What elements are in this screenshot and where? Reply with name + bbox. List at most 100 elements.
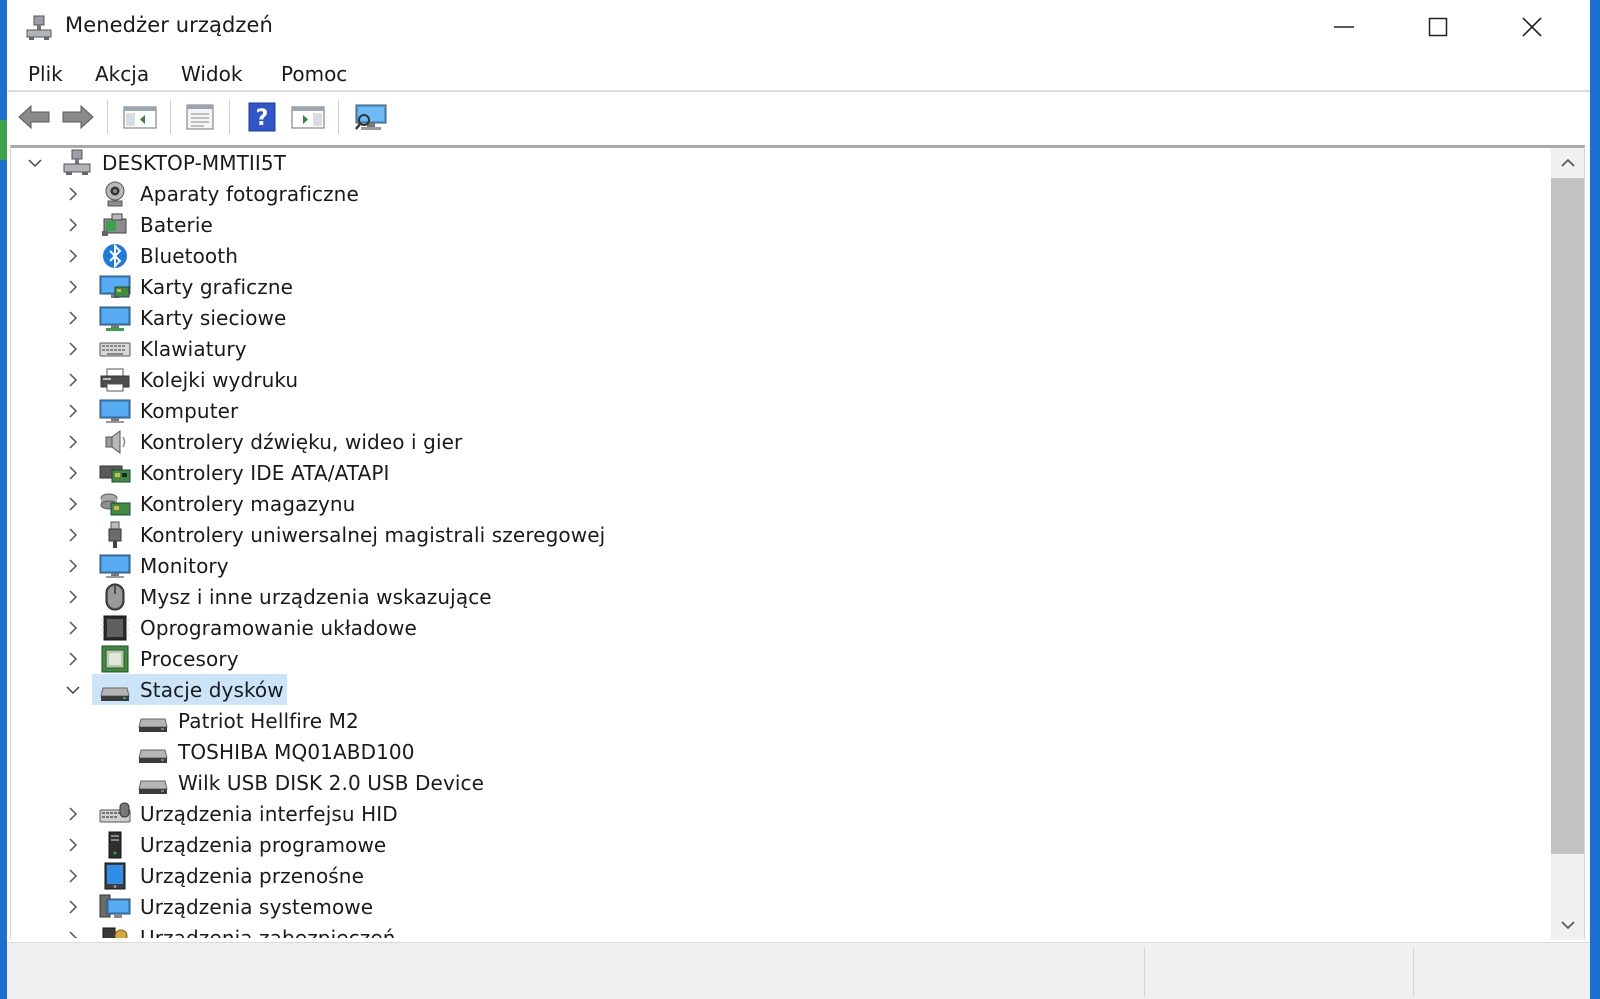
chevron-right-icon[interactable]: [63, 494, 83, 514]
device-tree: DESKTOP-MMTII5T Aparaty fotograficzne Ba…: [11, 148, 1551, 938]
tree-category-label: Stacje dysków: [140, 677, 284, 702]
chevron-right-icon[interactable]: [63, 370, 83, 390]
menu-akcja[interactable]: Akcja: [95, 62, 149, 86]
tree-category[interactable]: Bluetooth: [63, 240, 238, 271]
tree-category-label: Urządzenia programowe: [140, 832, 387, 857]
tree-category[interactable]: Urządzenia zabezpieczeń: [63, 922, 396, 938]
toolbar-separator: [229, 100, 230, 134]
chevron-right-icon[interactable]: [63, 649, 83, 669]
properties-icon: [186, 104, 214, 130]
toolbar-separator: [338, 100, 339, 134]
title-bar[interactable]: Menedżer urządzeń: [7, 0, 1590, 54]
tree-category[interactable]: Mysz i inne urządzenia wskazujące: [63, 581, 492, 612]
tree-category[interactable]: Baterie: [63, 209, 213, 240]
chevron-down-icon: [1560, 921, 1575, 930]
chevron-down-icon[interactable]: [25, 153, 45, 173]
back-button[interactable]: [16, 99, 52, 135]
chevron-right-icon[interactable]: [63, 525, 83, 545]
system-device-icon: [99, 892, 131, 922]
network-adapter-icon: [99, 303, 131, 333]
close-button[interactable]: [1485, 0, 1579, 54]
action-pane-icon: [291, 106, 325, 129]
tree-category[interactable]: Karty graficzne: [63, 271, 293, 302]
tree-device[interactable]: Wilk USB DISK 2.0 USB Device: [101, 767, 484, 798]
tree-category[interactable]: Kontrolery magazynu: [63, 488, 355, 519]
tree-category-label: Urządzenia zabezpieczeń: [140, 925, 396, 939]
monitor-icon: [99, 551, 131, 581]
tree-category[interactable]: Komputer: [63, 395, 238, 426]
tree-category[interactable]: Kontrolery IDE ATA/ATAPI: [63, 457, 390, 488]
tree-category[interactable]: Kontrolery uniwersalnej magistrali szere…: [63, 519, 605, 550]
tree-category[interactable]: Urządzenia przenośne: [63, 860, 364, 891]
forward-button[interactable]: [60, 99, 96, 135]
tree-category[interactable]: Monitory: [63, 550, 229, 581]
monitor-icon: [99, 396, 131, 426]
scroll-down-button[interactable]: [1551, 910, 1584, 940]
chevron-right-icon[interactable]: [63, 556, 83, 576]
tree-category[interactable]: Urządzenia programowe: [63, 829, 386, 860]
menu-plik[interactable]: Plik: [28, 62, 63, 86]
tree-category[interactable]: Aparaty fotograficzne: [63, 178, 359, 209]
bluetooth-icon: [99, 241, 131, 271]
scan-hardware-icon: [355, 104, 387, 130]
scrollbar-thumb[interactable]: [1551, 178, 1584, 854]
chevron-right-icon[interactable]: [63, 897, 83, 917]
tree-category-label: Kontrolery IDE ATA/ATAPI: [140, 460, 390, 485]
ide-controller-icon: [99, 458, 131, 488]
status-bar-separator: [1144, 947, 1145, 997]
desktop-edge-right: [1590, 0, 1600, 999]
show-hide-console-tree-button[interactable]: [122, 99, 158, 135]
tree-category-label: Klawiatury: [140, 336, 247, 361]
tree-category-label: Mysz i inne urządzenia wskazujące: [140, 584, 492, 609]
tree-device[interactable]: TOSHIBA MQ01ABD100: [101, 736, 415, 767]
tree-category[interactable]: Procesory: [63, 643, 239, 674]
tree-category[interactable]: Urządzenia systemowe: [63, 891, 373, 922]
chevron-right-icon[interactable]: [63, 928, 83, 938]
scan-hardware-button[interactable]: [353, 99, 389, 135]
chevron-right-icon[interactable]: [63, 587, 83, 607]
chevron-right-icon[interactable]: [63, 401, 83, 421]
tree-category[interactable]: Karty sieciowe: [63, 302, 286, 333]
chevron-right-icon[interactable]: [63, 866, 83, 886]
properties-button[interactable]: [182, 99, 218, 135]
hid-device-icon: [99, 799, 131, 829]
vertical-scrollbar[interactable]: [1551, 148, 1584, 940]
tree-root[interactable]: DESKTOP-MMTII5T: [25, 148, 286, 178]
chevron-right-icon[interactable]: [63, 308, 83, 328]
desktop-edge-left: [0, 0, 7, 999]
chevron-down-icon[interactable]: [63, 680, 83, 700]
tree-category-label: Bluetooth: [140, 243, 238, 268]
chevron-right-icon[interactable]: [63, 835, 83, 855]
chevron-right-icon[interactable]: [63, 618, 83, 638]
help-button[interactable]: ?: [244, 99, 280, 135]
chevron-right-icon[interactable]: [63, 339, 83, 359]
tree-category[interactable]: Kontrolery dźwięku, wideo i gier: [63, 426, 462, 457]
chevron-right-icon[interactable]: [63, 277, 83, 297]
tree-category[interactable]: Klawiatury: [63, 333, 247, 364]
tree-category[interactable]: Urządzenia interfejsu HID: [63, 798, 398, 829]
scroll-up-button[interactable]: [1551, 148, 1584, 178]
maximize-button[interactable]: [1391, 0, 1485, 54]
printer-icon: [99, 365, 131, 395]
computer-network-icon: [61, 148, 93, 178]
help-icon: ?: [248, 102, 276, 132]
chevron-right-icon[interactable]: [63, 463, 83, 483]
back-arrow-icon: [18, 104, 50, 130]
tree-device[interactable]: Patriot Hellfire M2: [101, 705, 359, 736]
camera-icon: [99, 179, 131, 209]
chevron-right-icon[interactable]: [63, 804, 83, 824]
chevron-right-icon[interactable]: [63, 215, 83, 235]
window-title: Menedżer urządzeń: [65, 13, 273, 37]
tree-category[interactable]: Oprogramowanie układowe: [63, 612, 417, 643]
disk-drive-icon: [99, 675, 131, 705]
chevron-right-icon[interactable]: [63, 184, 83, 204]
chevron-right-icon[interactable]: [63, 246, 83, 266]
menu-pomoc[interactable]: Pomoc: [281, 62, 347, 86]
menu-widok[interactable]: Widok: [181, 62, 242, 86]
chevron-right-icon[interactable]: [63, 432, 83, 452]
action-pane-button[interactable]: [290, 99, 326, 135]
tree-category-selected[interactable]: Stacje dysków: [63, 674, 287, 705]
battery-icon: [99, 210, 131, 240]
tree-category[interactable]: Kolejki wydruku: [63, 364, 298, 395]
minimize-button[interactable]: [1297, 0, 1391, 54]
